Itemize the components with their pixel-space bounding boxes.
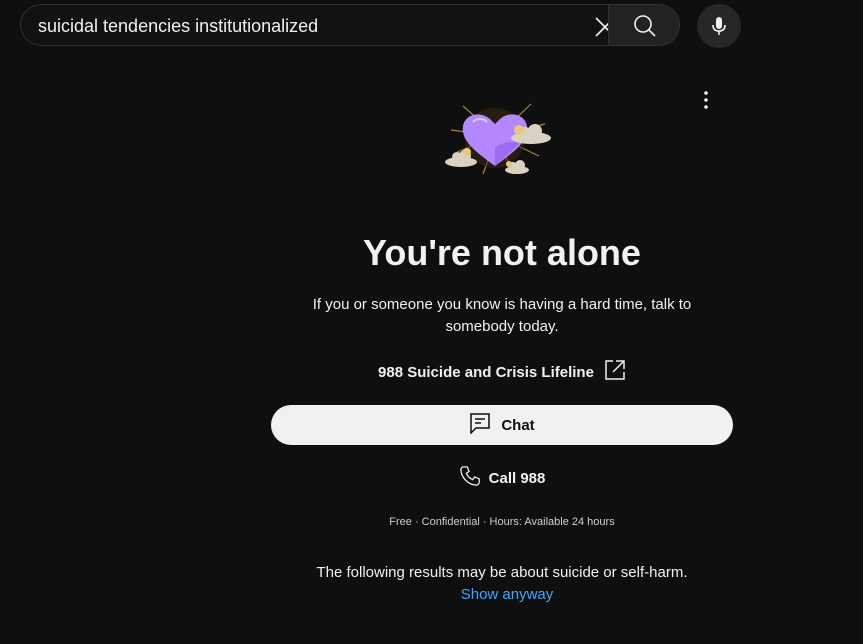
lifeline-label: 988 Suicide and Crisis Lifeline [378,363,594,381]
heart-with-clouds-illustration [443,100,555,178]
phone-icon [459,465,481,491]
more-options-button[interactable] [694,88,718,112]
external-link-icon [604,359,626,385]
call-label: Call 988 [488,469,546,487]
lifeline-link[interactable]: 988 Suicide and Crisis Lifeline [271,359,733,385]
voice-search-button[interactable] [697,4,741,48]
crisis-subtext: If you or someone you know is having a h… [312,296,692,335]
crisis-headline: You're not alone [363,232,641,273]
search-input[interactable] [38,5,558,47]
results-warning: The following results may be about suici… [316,564,688,581]
page: You're not alone If you or someone you k… [0,0,863,644]
search-button[interactable] [608,4,680,46]
chat-button[interactable]: Chat [271,405,733,445]
chat-label: Chat [501,416,535,434]
chat-icon [469,412,491,438]
search-box [20,4,615,47]
hotline-details: Free · Confidential · Hours: Available 2… [389,516,615,528]
call-button[interactable]: Call 988 [271,462,733,494]
show-anyway-link[interactable]: Show anyway [271,586,743,603]
more-vertical-icon [694,91,718,116]
